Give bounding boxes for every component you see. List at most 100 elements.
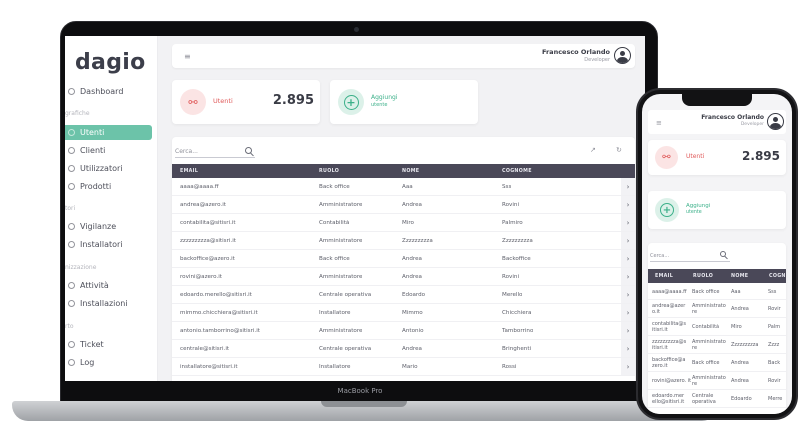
chevron-right-icon[interactable]: › [621, 286, 635, 303]
table-row[interactable]: rovini@azero.it Amministratore Andrea Ro… [172, 268, 635, 286]
add-user-label: Aggiungi [371, 94, 398, 101]
chevron-right-icon[interactable]: › [621, 196, 635, 213]
table-row[interactable]: andrea@azer o.it Amministrato re Andrea … [648, 300, 786, 318]
column-header[interactable]: COGN [769, 274, 786, 279]
cell-role: Back office [319, 255, 350, 262]
cell-email: rovini@azero. it [652, 377, 692, 384]
sidebar-section-label: rto [65, 323, 74, 330]
refresh-icon[interactable]: ↻ [616, 146, 622, 154]
table-row[interactable]: andrea@azero.it Amministratore Andrea Ro… [172, 196, 635, 214]
table-header: EMAIL RUOLO NOME COGNOME [172, 164, 635, 178]
chevron-right-icon[interactable]: › [621, 232, 635, 249]
sidebar-item-label: Utenti [80, 128, 105, 137]
user-role: Developer [740, 122, 764, 127]
chevron-right-icon[interactable]: › [621, 304, 635, 321]
chevron-right-icon[interactable]: › [621, 268, 635, 285]
plus-icon: + [660, 203, 674, 217]
sidebar-section-label: grafiche [65, 110, 90, 117]
cell-email: aaaa@aaaa.ff [652, 288, 687, 295]
table-row[interactable]: backoffice@azero.it Back office Andrea B… [172, 250, 635, 268]
sidebar-item-label: Clienti [80, 146, 106, 155]
table-row[interactable]: antonio.tamborrino@sitisri.it Amministra… [172, 322, 635, 340]
cell-name: Andrea [402, 345, 422, 352]
table-row[interactable]: aaaa@aaaa.ff Back office Aaa Sss › [172, 178, 635, 196]
cell-name: Andrea [731, 377, 749, 384]
column-header[interactable]: EMAIL [180, 169, 198, 174]
cell-role: Amministrato re [692, 338, 726, 351]
sidebar-item-installazioni[interactable]: Installazioni [65, 296, 152, 311]
users-count-card[interactable]: ⚯ Utenti 2.895 [648, 140, 786, 175]
table-row[interactable]: mimmo.chicchiera@sitisri.it Installatore… [172, 304, 635, 322]
users-card-label: Utenti [213, 97, 233, 105]
table-row[interactable]: edoardo.merello@sitisri.it Centrale oper… [172, 286, 635, 304]
column-header[interactable]: COGNOME [502, 169, 532, 174]
chevron-right-icon[interactable]: › [621, 214, 635, 231]
table-row[interactable]: zzzzzzzzza@sitisri.it Amministratore Zzz… [172, 232, 635, 250]
search-icon[interactable] [720, 251, 726, 257]
cell-surname: Backoffice [502, 255, 531, 262]
table-row[interactable]: backoffice@a zero.it Back office Andrea … [648, 354, 786, 372]
sidebar-item-vigilanze[interactable]: Vigilanze [65, 219, 152, 234]
cell-name: Edoardo [402, 291, 426, 298]
users-icon: ⚯ [655, 146, 678, 169]
table-row[interactable]: contabilita@s itisri.it Contabilità Miro… [648, 318, 786, 336]
table-row[interactable]: centrale@sitisri.it Centrale operativa A… [172, 340, 635, 358]
wrench-icon [68, 241, 75, 248]
chevron-right-icon[interactable]: › [621, 250, 635, 267]
table-row[interactable]: aaaa@aaaa.ff Back office Aaa Sss [648, 284, 786, 300]
sidebar-item-attivita[interactable]: Attività [65, 278, 152, 293]
app-logo[interactable]: dagio [75, 50, 146, 75]
users-count-card[interactable]: ⚯ Utenti 2.895 [172, 80, 320, 124]
column-header[interactable]: RUOLO [319, 169, 339, 174]
table-row[interactable]: rovini@azero. it Amministrato re Andrea … [648, 372, 786, 390]
table-row[interactable]: contabilita@sitisri.it Contabilità Miro … [172, 214, 635, 232]
column-header[interactable]: EMAIL [655, 274, 673, 279]
cell-name: Edoardo [731, 395, 752, 402]
cell-name: Miro [731, 323, 742, 330]
cell-email: andrea@azero.it [180, 201, 226, 208]
chevron-right-icon[interactable]: › [621, 322, 635, 339]
table-row[interactable]: edoardo.mer ello@sitisri.it Centrale ope… [648, 390, 786, 408]
avatar[interactable] [767, 113, 784, 130]
sidebar-item-utilizzatori[interactable]: Utilizzatori [65, 161, 152, 176]
column-header[interactable]: NOME [731, 274, 748, 279]
chevron-right-icon[interactable]: › [621, 178, 635, 195]
cell-name: Andrea [402, 273, 422, 280]
plus-icon: + [343, 94, 359, 110]
avatar[interactable] [614, 47, 631, 64]
sidebar-item-dashboard[interactable]: Dashboard [65, 84, 152, 99]
sidebar-item-installatori[interactable]: Installatori [65, 237, 152, 252]
cell-name: Zzzzzzzzza [402, 237, 433, 244]
link-icon[interactable]: ↗ [590, 146, 596, 154]
user-name[interactable]: Francesco Orlando [542, 48, 610, 56]
column-header[interactable]: RUOLO [693, 274, 713, 279]
sidebar-item-label: Ticket [80, 340, 104, 349]
menu-icon[interactable]: ≡ [184, 52, 191, 61]
device-label: MacBook Pro [337, 387, 383, 395]
cell-surname: Chicchiera [502, 309, 532, 316]
sidebar-item-log[interactable]: Log [65, 355, 152, 370]
search-input[interactable] [650, 251, 730, 262]
cell-name: Mimmo [402, 309, 423, 316]
sidebar-item-clienti[interactable]: Clienti [65, 143, 152, 158]
phone-screen: ≡ Francesco Orlando Developer ⚯ Utenti 2… [642, 94, 792, 414]
chevron-right-icon[interactable]: › [621, 358, 635, 375]
search-input[interactable] [175, 146, 255, 158]
cell-name: Andrea [402, 201, 422, 208]
table-row[interactable]: zzzzzzzzza@s itisri.it Amministrato re Z… [648, 336, 786, 354]
user-name[interactable]: Francesco Orlando [701, 114, 764, 121]
add-user-card[interactable]: + Aggiungi utente [330, 80, 478, 124]
add-user-card[interactable]: + Aggiungi utente [648, 191, 786, 229]
cell-role: Installatore [319, 363, 351, 370]
sidebar-item-utenti[interactable]: Utenti [65, 125, 152, 140]
search-icon[interactable] [245, 147, 252, 154]
table-header: EMAIL RUOLO NOME COGN [648, 269, 786, 283]
sidebar-item-ticket[interactable]: Ticket [65, 337, 152, 352]
sidebar-item-prodotti[interactable]: Prodotti [65, 179, 152, 194]
table-row[interactable]: installatore@sitisri.it Installatore Mar… [172, 358, 635, 376]
shield-icon [68, 223, 75, 230]
menu-icon[interactable]: ≡ [656, 119, 662, 127]
column-header[interactable]: NOME [402, 169, 419, 174]
device-mockup: MacBook Pro dagio Dashboard grafiche Ute… [0, 0, 800, 444]
chevron-right-icon[interactable]: › [621, 340, 635, 357]
